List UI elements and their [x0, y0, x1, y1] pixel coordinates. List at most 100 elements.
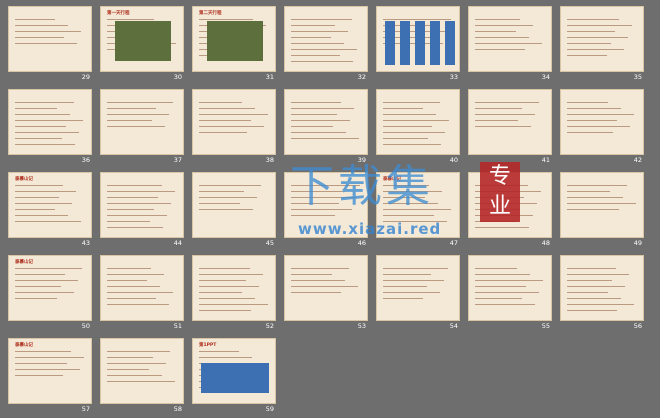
slide-thumbnail[interactable]: 54: [376, 255, 460, 335]
slide-preview: [376, 89, 460, 155]
text-line: [15, 185, 63, 187]
text-line: [567, 185, 627, 187]
slide-number: 54: [449, 322, 458, 330]
text-line: [475, 43, 542, 45]
text-line: [291, 31, 348, 33]
text-line: [199, 268, 250, 270]
slide-number: 48: [541, 239, 550, 247]
text-line: [567, 31, 615, 33]
text-line: [15, 298, 57, 300]
slide-thumbnail[interactable]: 38: [192, 89, 276, 169]
slide-number: 43: [81, 239, 90, 247]
text-line: [567, 298, 621, 300]
text-line: [15, 19, 55, 21]
slide-number: 38: [265, 156, 274, 164]
text-line: [383, 132, 445, 134]
slide-title: 第一天行程: [107, 11, 130, 16]
text-line: [107, 197, 158, 199]
text-line: [383, 292, 440, 294]
slide-number: 37: [173, 156, 182, 164]
text-line: [15, 126, 66, 128]
diagram-box: [400, 21, 410, 65]
watermark-badge: 专业: [480, 162, 520, 222]
text-line: [291, 37, 331, 39]
slide-number: 50: [81, 322, 90, 330]
text-line: [15, 108, 57, 110]
text-line: [475, 292, 539, 294]
slide-thumbnail[interactable]: 35: [560, 6, 644, 86]
slide-thumbnail[interactable]: 49: [560, 172, 644, 252]
text-line: [107, 191, 175, 193]
slide-title: 第二天行程: [199, 11, 222, 16]
text-line: [107, 286, 160, 288]
slide-preview: [284, 255, 368, 321]
text-line: [475, 274, 530, 276]
text-line: [475, 126, 531, 128]
slide-thumbnail[interactable]: 33: [376, 6, 460, 86]
text-line: [199, 126, 264, 128]
slide-preview: [468, 6, 552, 72]
slide-thumbnail[interactable]: 泰慕山记 50: [8, 255, 92, 335]
text-line: [107, 209, 154, 211]
text-line: [107, 114, 169, 116]
text-line: [107, 221, 150, 223]
slide-preview: [560, 89, 644, 155]
slide-preview: [100, 255, 184, 321]
slide-preview: [560, 255, 644, 321]
slide-preview: 泰慕山记: [8, 255, 92, 321]
slide-preview: [100, 89, 184, 155]
slide-thumbnail[interactable]: 36: [8, 89, 92, 169]
diagram-box: [385, 21, 395, 65]
text-line: [15, 25, 68, 27]
text-line: [15, 203, 72, 205]
slide-preview: 第二天行程: [192, 6, 276, 72]
text-line: [475, 304, 535, 306]
slide-number: 51: [173, 322, 182, 330]
text-line: [107, 19, 154, 21]
slide-thumbnail[interactable]: 53: [284, 255, 368, 335]
text-line: [107, 280, 147, 282]
slide-thumbnail[interactable]: 第一天行程 30: [100, 6, 184, 86]
slide-thumbnail[interactable]: 58: [100, 338, 184, 418]
slide-thumbnail[interactable]: 泰慕山记 57: [8, 338, 92, 418]
slide-preview: 泰慕山记: [8, 172, 92, 238]
text-line: [567, 203, 636, 205]
text-line: [199, 203, 240, 205]
text-line: [291, 114, 337, 116]
slide-thumbnail[interactable]: 泰慕山记 43: [8, 172, 92, 252]
slide-thumbnail[interactable]: 52: [192, 255, 276, 335]
text-line: [383, 144, 441, 146]
slide-thumbnail[interactable]: 第二天行程 31: [192, 6, 276, 86]
slide-thumbnail[interactable]: 34: [468, 6, 552, 86]
slide-thumbnail[interactable]: 29: [8, 6, 92, 86]
text-line: [107, 102, 173, 104]
slide-preview: [284, 89, 368, 155]
text-line: [475, 25, 533, 27]
slide-thumbnail[interactable]: 56: [560, 255, 644, 335]
slide-thumbnail[interactable]: 37: [100, 89, 184, 169]
slide-thumbnail[interactable]: 32: [284, 6, 368, 86]
text-line: [15, 357, 84, 359]
slide-number: 42: [633, 156, 642, 164]
text-line: [383, 126, 432, 128]
slide-preview: [192, 89, 276, 155]
text-line: [199, 185, 261, 187]
text-line: [199, 197, 257, 199]
text-line: [199, 209, 253, 211]
slide-preview: 第1PPT: [192, 338, 276, 404]
slide-thumbnail[interactable]: 51: [100, 255, 184, 335]
text-line: [567, 126, 630, 128]
slide-thumbnail[interactable]: 55: [468, 255, 552, 335]
text-line: [291, 280, 345, 282]
slide-thumbnail[interactable]: 45: [192, 172, 276, 252]
text-line: [199, 108, 255, 110]
text-line: [15, 292, 74, 294]
text-line: [567, 49, 624, 51]
slide-thumbnail[interactable]: 42: [560, 89, 644, 169]
text-line: [15, 375, 63, 377]
slide-number: 52: [265, 322, 274, 330]
text-line: [567, 108, 621, 110]
text-line: [199, 120, 251, 122]
slide-thumbnail[interactable]: 第1PPT 59: [192, 338, 276, 418]
slide-thumbnail[interactable]: 44: [100, 172, 184, 252]
